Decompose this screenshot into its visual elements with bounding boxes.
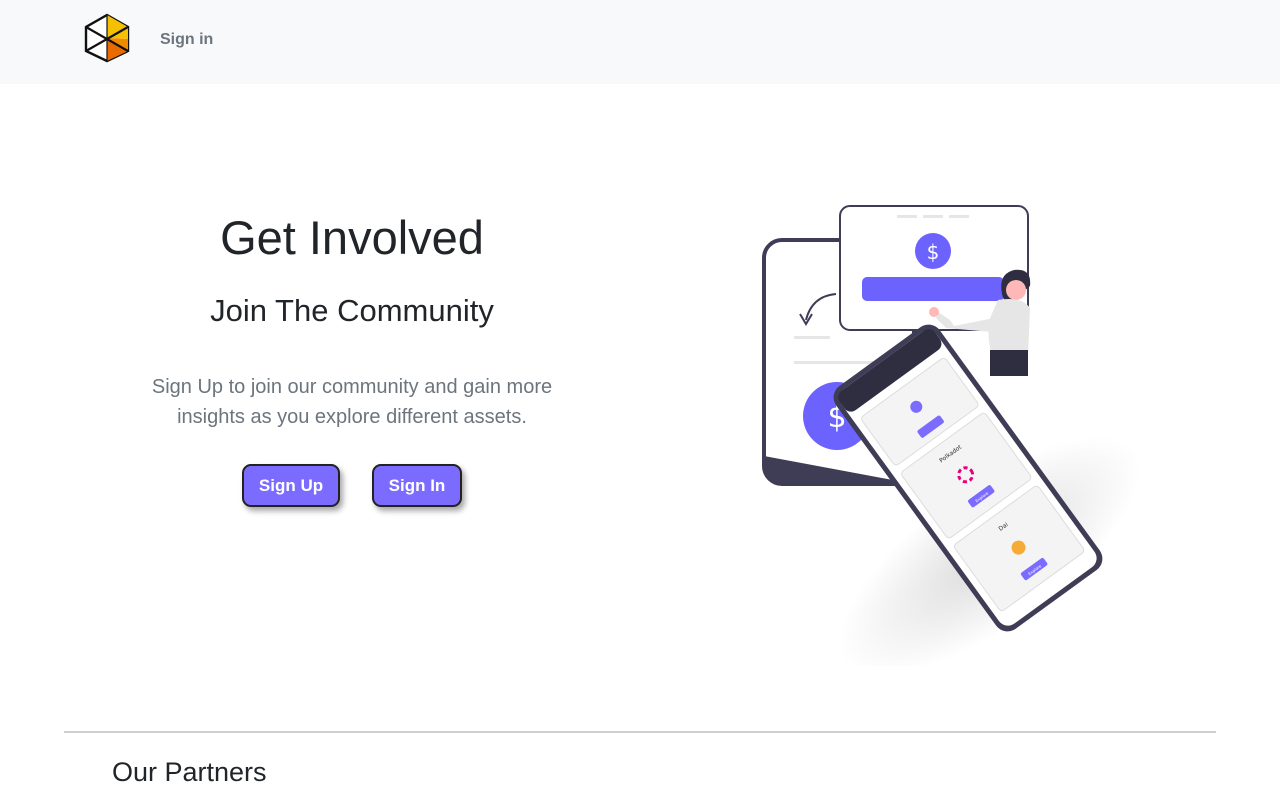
hero-title: Get Involved <box>220 211 484 264</box>
hero-subtitle: Join The Community <box>210 293 494 328</box>
dollar-icon-small: $ <box>927 240 940 264</box>
nav-signin-link[interactable]: Sign in <box>160 31 213 49</box>
partners-title: Our Partners <box>112 757 267 787</box>
navbar: Sign in <box>0 0 1280 84</box>
hero-description: Sign Up to join our community and gain m… <box>151 376 553 428</box>
section-divider <box>64 731 1216 733</box>
signin-button[interactable]: Sign In <box>372 464 462 507</box>
hexagon-logo-icon[interactable] <box>84 13 130 63</box>
community-illustration: $ $ Polkadot Explore Dai Explore <box>762 205 1142 666</box>
signup-button[interactable]: Sign Up <box>242 464 340 507</box>
